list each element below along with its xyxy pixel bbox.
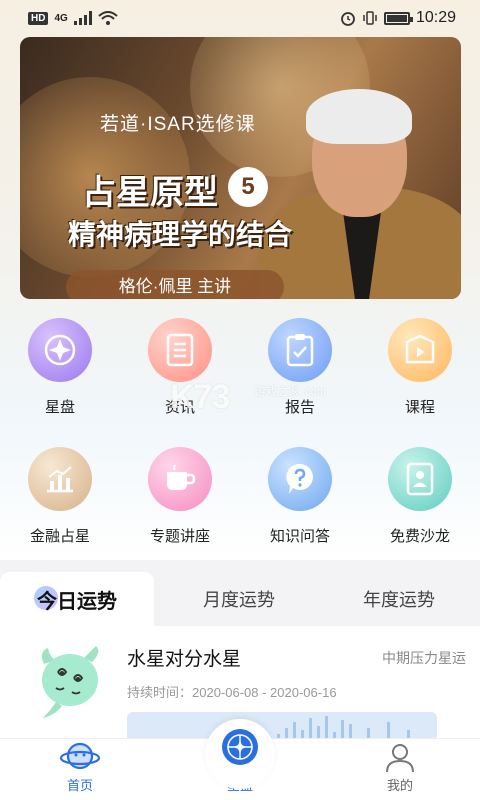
planet-icon	[59, 742, 101, 770]
grid-item-qa[interactable]: 知识问答	[240, 447, 360, 546]
grid-label: 知识问答	[269, 528, 330, 545]
banner-episode-badge: 5	[228, 167, 268, 207]
grid-item-lecture[interactable]: 专题讲座	[120, 447, 240, 546]
bar-chart-icon	[28, 447, 92, 511]
nav-chart[interactable]: 星盘	[160, 719, 320, 800]
site-watermark-logo: K73	[170, 378, 230, 416]
feature-grid: 星盘 资讯 报告 课程 金融占星 专题讲座 知识问答 免费沙龙	[0, 318, 480, 546]
grid-item-salon[interactable]: 免费沙龙	[360, 447, 480, 546]
grid-item-report[interactable]: 报告	[240, 318, 360, 417]
vibrate-icon	[363, 11, 377, 25]
clipboard-check-icon	[268, 318, 332, 382]
hd-network-badge: HD	[28, 11, 49, 25]
grid-label: 课程	[404, 399, 435, 416]
tab-monthly-fortune[interactable]: 月度运势	[162, 572, 316, 626]
battery-icon	[383, 11, 413, 25]
bottom-navigation: 首页 星盘 我的	[0, 719, 480, 800]
grid-item-chart[interactable]: 星盘	[0, 318, 120, 417]
wifi-icon	[98, 11, 118, 25]
compass-star-icon	[28, 318, 92, 382]
status-bar: HD 4G 10:29	[0, 0, 480, 36]
grid-label: 金融占星	[29, 528, 90, 545]
lecturer-photo-hair	[306, 89, 412, 144]
network-type-label: 4G	[54, 12, 68, 24]
alarm-icon	[341, 12, 355, 26]
nav-label: 我的	[386, 778, 413, 793]
fortune-duration: 持续时间：2020-06-08 - 2020-06-16	[127, 685, 337, 700]
banner-lecturer-pill: 格伦·佩里 主讲	[66, 270, 284, 299]
fortune-tabs: 今日运势 月度运势 年度运势	[0, 560, 480, 626]
tab-label: 月度运势	[203, 590, 275, 610]
zodiac-mascot-icon	[41, 646, 99, 718]
grid-label: 专题讲座	[149, 528, 210, 545]
banner-title: 占星原型	[82, 174, 218, 212]
coffee-cup-icon	[148, 447, 212, 511]
signal-strength-icon	[73, 11, 92, 25]
fortune-tag: 中期压力星运	[382, 650, 466, 666]
document-list-icon	[148, 318, 212, 382]
user-icon	[386, 744, 414, 773]
tab-label: 今日运势	[37, 590, 117, 613]
nav-home[interactable]: 首页	[0, 739, 160, 800]
site-watermark-text: 游戏之家 .com	[255, 386, 326, 398]
tab-label: 年度运势	[363, 590, 435, 610]
nav-label: 首页	[66, 778, 93, 793]
fortune-title: 水星对分水星	[127, 649, 242, 670]
promo-banner[interactable]: 若道·ISAR选修课 占星原型 5 精神病理学的结合 格伦·佩里 主讲	[20, 37, 461, 299]
grid-label: 免费沙龙	[389, 528, 450, 545]
clock-time: 10:29	[415, 9, 456, 26]
person-card-icon	[388, 447, 452, 511]
tab-yearly-fortune[interactable]: 年度运势	[322, 572, 476, 626]
banner-subtitle: 若道·ISAR选修课	[100, 114, 256, 135]
grid-item-finance-astrology[interactable]: 金融占星	[0, 447, 120, 546]
tab-today-fortune[interactable]: 今日运势	[0, 572, 154, 626]
grid-label: 星盘	[44, 399, 75, 416]
play-video-icon	[388, 318, 452, 382]
question-bubble-icon	[268, 447, 332, 511]
banner-title-line2: 精神病理学的结合	[68, 219, 293, 250]
grid-item-course[interactable]: 课程	[360, 318, 480, 417]
star-compass-icon	[222, 729, 258, 765]
nav-profile[interactable]: 我的	[320, 739, 480, 800]
grid-label: 报告	[284, 399, 315, 416]
